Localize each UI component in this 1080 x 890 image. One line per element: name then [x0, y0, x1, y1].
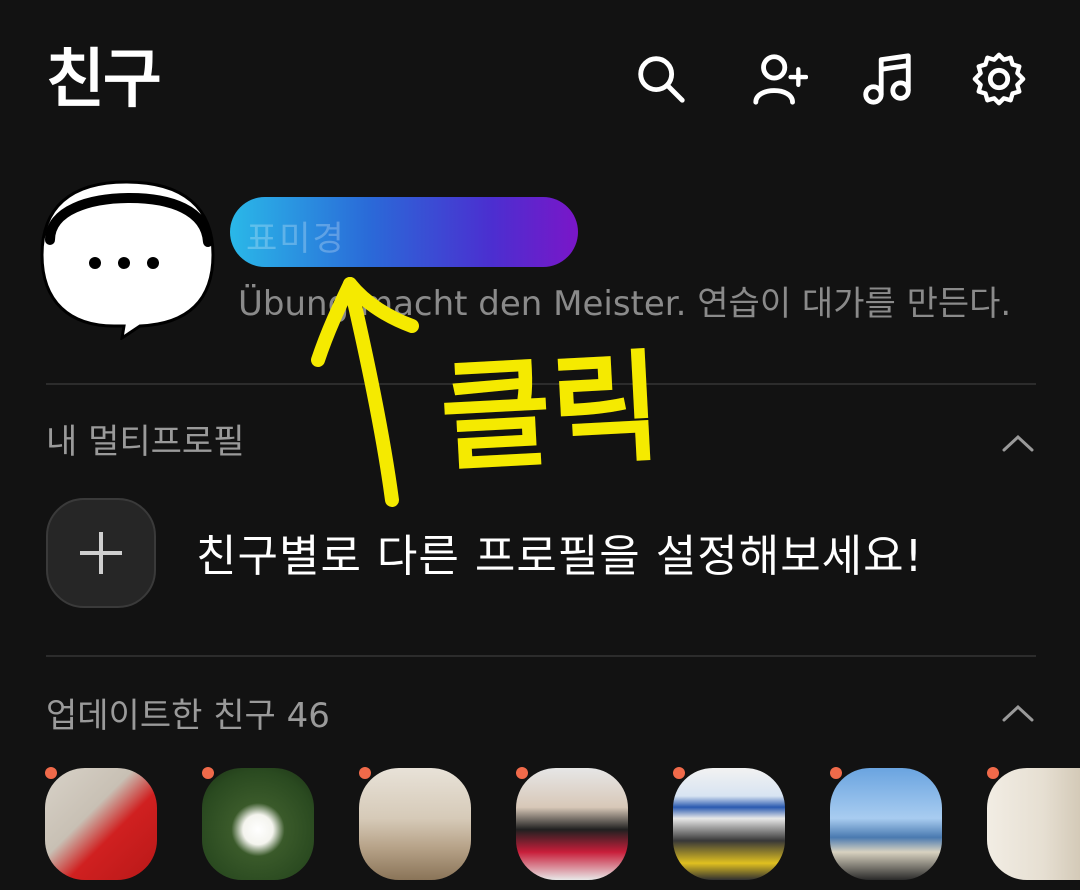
- plus-icon: [80, 532, 122, 574]
- divider: [46, 655, 1036, 657]
- new-update-dot: [202, 767, 214, 779]
- friend-avatar[interactable]: [359, 768, 471, 880]
- friend-avatar[interactable]: [987, 768, 1080, 880]
- friend-avatar[interactable]: [45, 768, 157, 880]
- new-update-dot: [359, 767, 371, 779]
- multi-profile-section-title: 내 멀티프로필: [46, 422, 245, 462]
- my-profile-avatar[interactable]: [40, 180, 215, 342]
- profile-name: 표미경: [246, 219, 346, 259]
- chevron-up-icon[interactable]: [1000, 430, 1036, 456]
- page-title: 친구: [46, 43, 162, 117]
- multi-profile-hint: 친구별로 다른 프로필을 설정해보세요!: [196, 531, 924, 582]
- music-icon[interactable]: [852, 44, 922, 114]
- settings-icon[interactable]: [964, 44, 1034, 114]
- add-multi-profile-button[interactable]: [46, 498, 156, 608]
- new-update-dot: [45, 767, 57, 779]
- search-icon[interactable]: [626, 44, 696, 114]
- profile-name-highlight[interactable]: 표미경: [230, 197, 578, 267]
- updated-friends-title: 업데이트한 친구 46: [46, 696, 330, 736]
- new-update-dot: [830, 767, 842, 779]
- annotation-arrow-icon: [311, 277, 419, 507]
- new-update-dot: [516, 767, 528, 779]
- friend-avatar[interactable]: [673, 768, 785, 880]
- add-friend-icon[interactable]: [744, 44, 814, 114]
- new-update-dot: [987, 767, 999, 779]
- friend-avatar[interactable]: [202, 768, 314, 880]
- new-update-dot: [673, 767, 685, 779]
- friend-avatar[interactable]: [830, 768, 942, 880]
- chevron-up-icon[interactable]: [1000, 700, 1036, 726]
- friend-avatar[interactable]: [516, 768, 628, 880]
- annotation-click-text: 클릭: [437, 338, 665, 489]
